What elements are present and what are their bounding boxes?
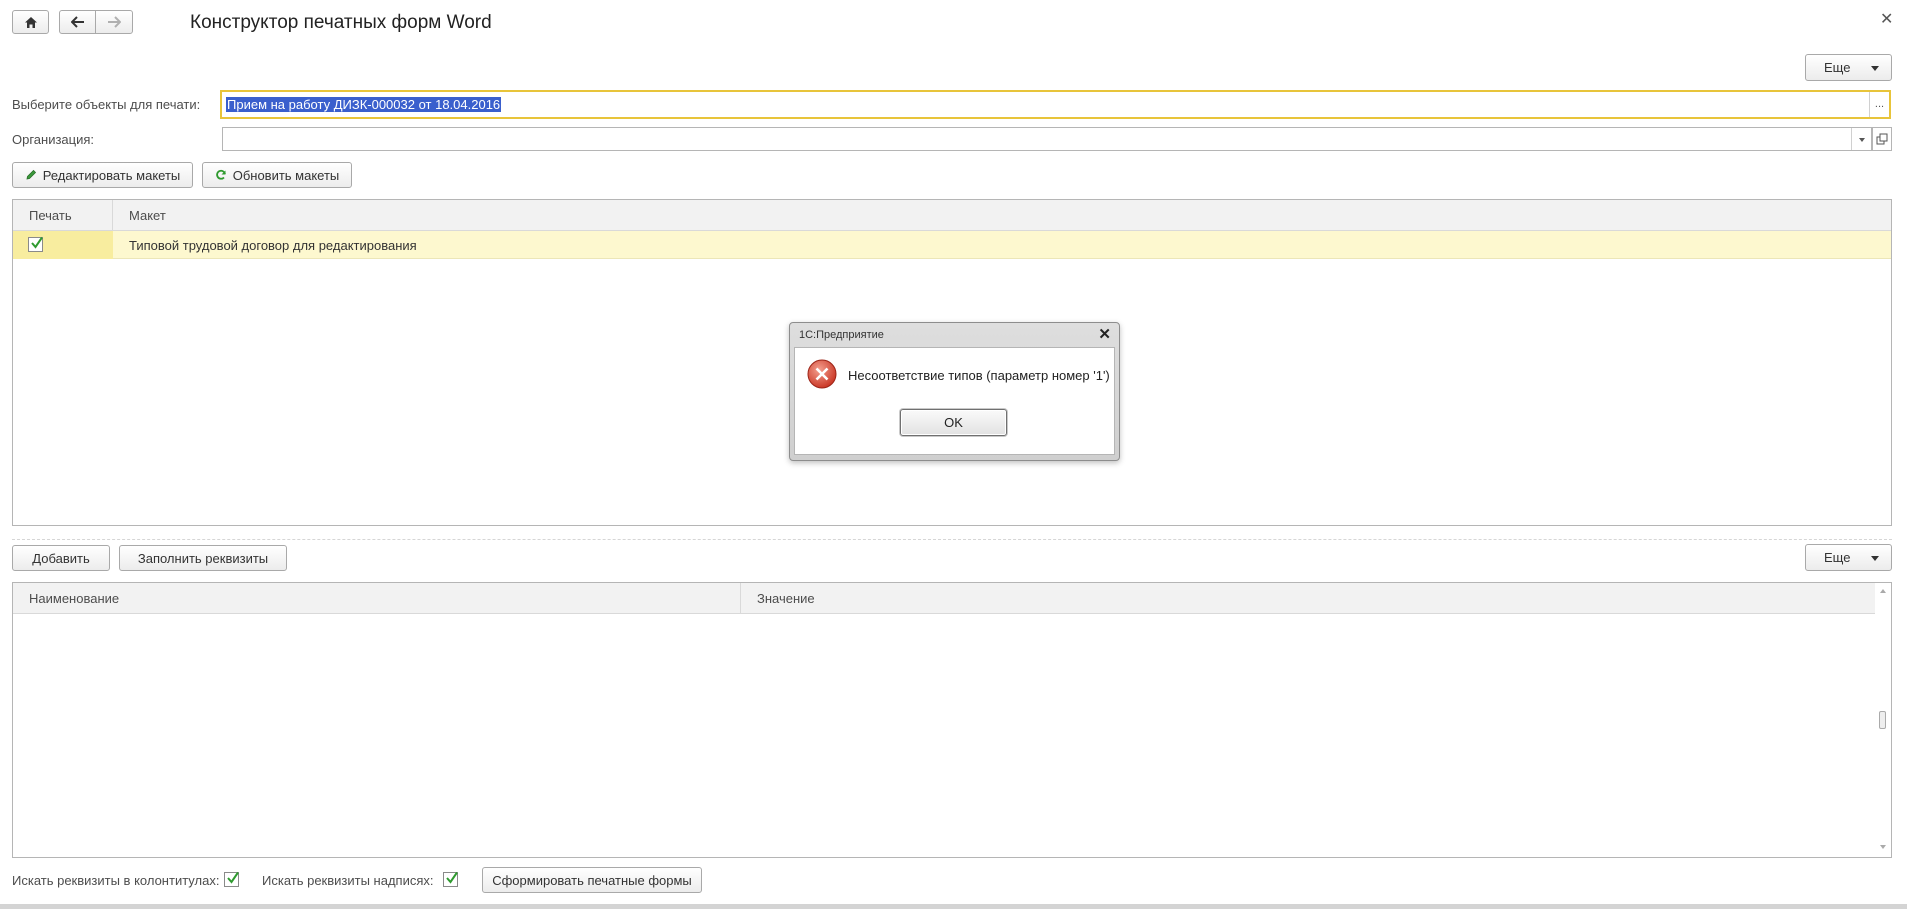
scrollbar[interactable] <box>1875 583 1891 857</box>
add-button[interactable]: Добавить <box>12 545 110 571</box>
fill-props-button[interactable]: Заполнить реквизиты <box>119 545 287 571</box>
checkmark-icon <box>446 871 458 884</box>
table-row[interactable]: Типовой трудовой договор для редактирова… <box>13 231 1891 259</box>
generate-forms-button[interactable]: Сформировать печатные формы <box>482 867 702 893</box>
edit-templates-button[interactable]: Редактировать макеты <box>12 162 193 188</box>
add-label: Добавить <box>32 550 90 566</box>
splitter[interactable] <box>12 539 1892 540</box>
scroll-up-icon[interactable] <box>1880 589 1886 593</box>
checkmark-icon <box>31 236 43 249</box>
checkmark-icon <box>227 871 239 884</box>
props-table-header: Наименование Значение <box>13 583 1875 614</box>
scrollbar-thumb[interactable] <box>1879 711 1886 729</box>
org-field[interactable] <box>222 127 1872 151</box>
refresh-templates-button[interactable]: Обновить макеты <box>202 162 352 188</box>
template-cell: Типовой трудовой договор для редактирова… <box>129 238 417 253</box>
back-button[interactable] <box>59 10 96 34</box>
org-label: Организация: <box>12 132 95 147</box>
dialog-message: Несоответствие типов (параметр номер '1'… <box>848 368 1110 383</box>
home-icon <box>24 16 37 28</box>
chevron-down-icon <box>1871 66 1879 71</box>
chevron-down-icon <box>1871 556 1879 561</box>
error-icon <box>807 359 837 389</box>
more-label: Еще <box>1824 60 1851 75</box>
dropdown-button[interactable] <box>1851 128 1871 150</box>
select-button[interactable]: ... <box>1869 92 1889 117</box>
dialog-title: 1С:Предприятие <box>799 329 884 341</box>
print-cell <box>13 231 113 259</box>
more-button-top[interactable]: Еще <box>1805 54 1892 81</box>
arrow-right-icon <box>108 16 121 28</box>
generate-forms-label: Сформировать печатные формы <box>492 872 692 888</box>
column-header-name[interactable]: Наименование <box>13 583 741 614</box>
forward-button[interactable] <box>95 10 133 34</box>
arrow-left-icon <box>70 16 84 28</box>
refresh-templates-label: Обновить макеты <box>232 167 340 183</box>
page-title: Конструктор печатных форм Word <box>190 12 492 33</box>
pencil-icon <box>26 169 36 180</box>
error-dialog: 1С:Предприятие ✕ Несоответствие типов (п… <box>789 322 1120 461</box>
open-org-button[interactable] <box>1872 127 1892 151</box>
chevron-down-icon <box>1859 138 1865 142</box>
more-label: Еще <box>1824 550 1851 565</box>
window-bottom-border <box>0 904 1907 909</box>
refresh-icon <box>215 169 226 180</box>
column-header-value[interactable]: Значение <box>741 583 815 614</box>
close-icon[interactable]: ✕ <box>1880 9 1893 29</box>
objects-label: Выберите объекты для печати: <box>12 97 201 112</box>
ok-label: OK <box>944 415 963 430</box>
props-table[interactable]: Наименование Значение <box>12 582 1892 858</box>
fill-props-label: Заполнить реквизиты <box>137 550 269 566</box>
column-header-print[interactable]: Печать <box>13 200 113 231</box>
edit-templates-label: Редактировать макеты <box>42 167 181 183</box>
more-button-bottom[interactable]: Еще <box>1805 544 1892 571</box>
search-headers-checkbox[interactable] <box>224 871 239 887</box>
print-checkbox[interactable] <box>28 236 43 252</box>
objects-field[interactable]: Прием на работу ДИЗК-000032 от 18.04.201… <box>220 90 1891 119</box>
objects-field-value: Прием на работу ДИЗК-000032 от 18.04.201… <box>226 97 502 112</box>
search-labels-checkbox[interactable] <box>443 871 458 887</box>
templates-table-header: Печать Макет <box>13 200 1891 231</box>
open-window-icon <box>1876 133 1888 145</box>
search-labels-label: Искать реквизиты надписях: <box>262 873 434 888</box>
column-header-template[interactable]: Макет <box>113 200 166 231</box>
search-headers-label: Искать реквизиты в колонтитулах: <box>12 873 220 888</box>
dialog-body: Несоответствие типов (параметр номер '1'… <box>794 347 1115 455</box>
ok-button[interactable]: OK <box>900 409 1007 436</box>
dialog-close-button[interactable]: ✕ <box>1098 325 1111 343</box>
home-button[interactable] <box>12 10 49 34</box>
scroll-down-icon[interactable] <box>1880 845 1886 849</box>
